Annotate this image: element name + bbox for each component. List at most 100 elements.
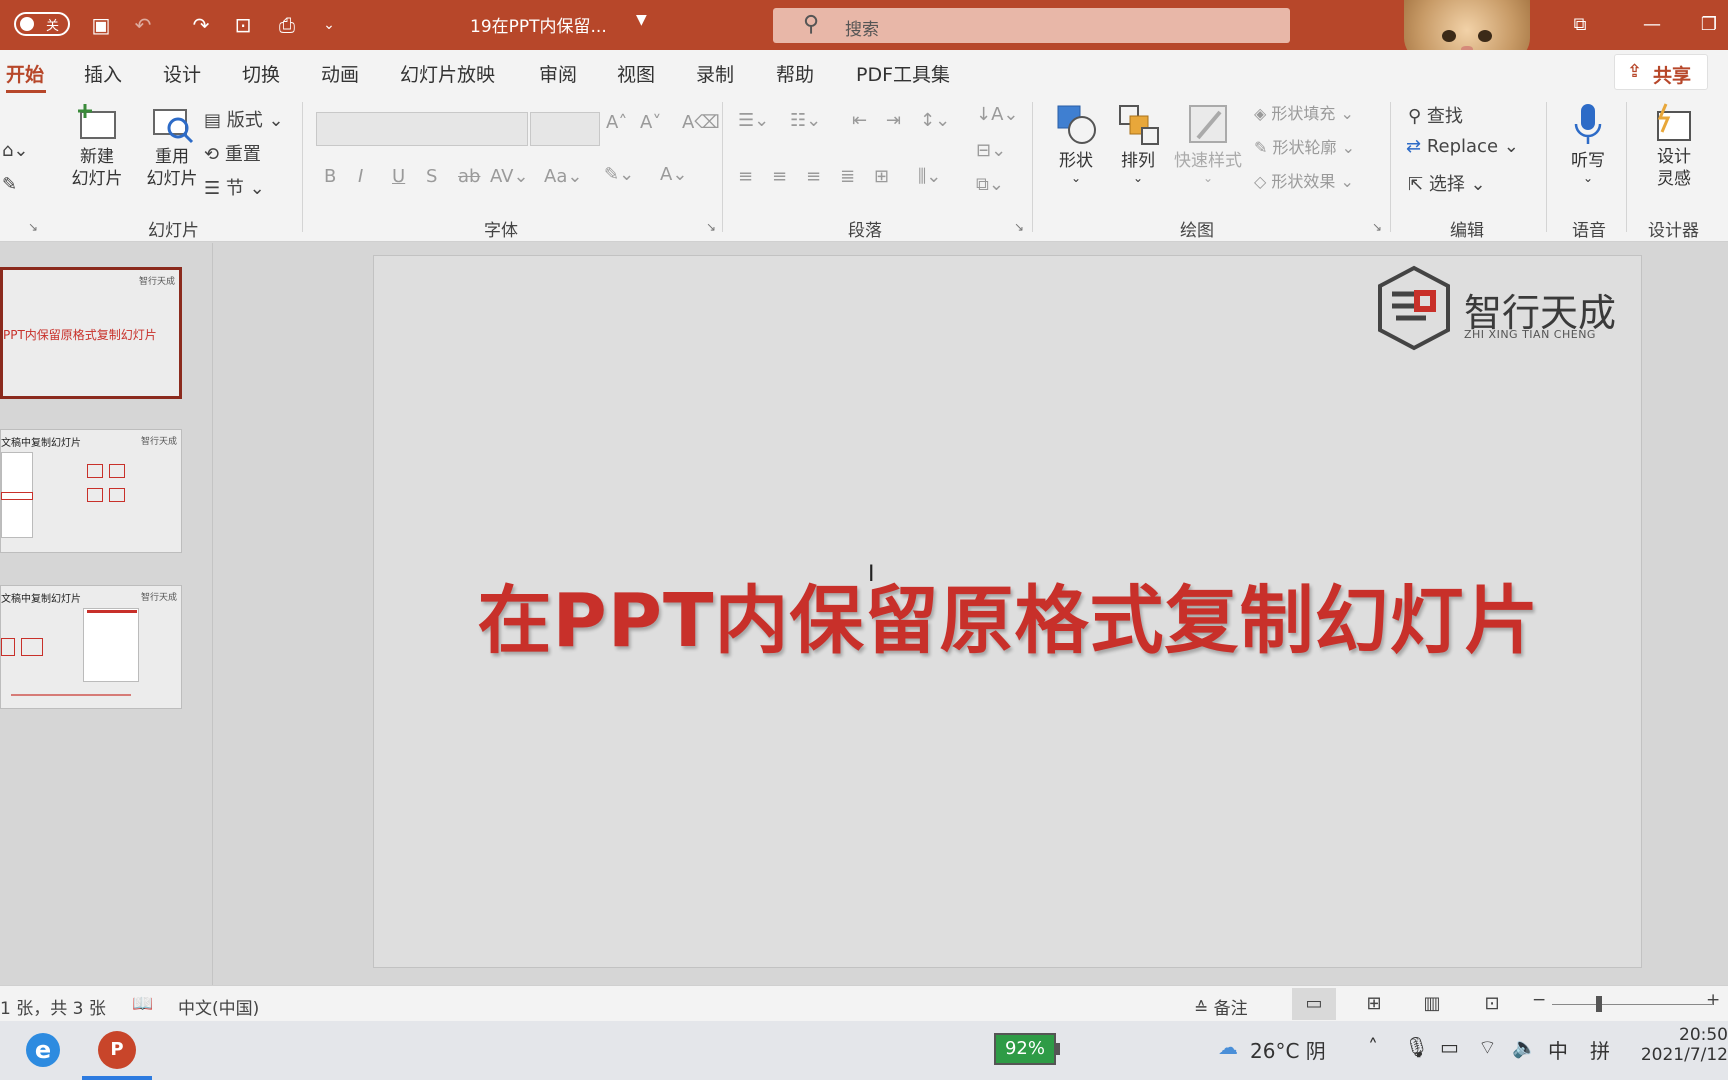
autosave-toggle[interactable]: 关 [0,10,72,38]
numbering-icon[interactable]: ☷⌄ [790,110,821,131]
shape-effects-button[interactable]: ◇ 形状效果 ⌄ [1254,168,1354,192]
slide-thumbnails-pane[interactable]: 智行天成 PPT内保留原格式复制幻灯片 智行天成 文稿中复制幻灯片 智行天成 文… [0,243,213,985]
document-title[interactable]: 19在PPT内保留... [470,12,607,37]
format-painter-icon[interactable]: ✎ [2,174,17,195]
bullets-icon[interactable]: ☰⌄ [738,110,769,131]
change-case-button[interactable]: Aa⌄ [544,166,582,187]
notes-button[interactable]: ≙ 备注 [1194,994,1248,1019]
powerpoint-icon[interactable]: P [98,1031,136,1069]
slide-thumbnail-3[interactable]: 智行天成 文稿中复制幻灯片 [0,585,182,709]
tab-insert[interactable]: 插入 [84,60,122,87]
shape-fill-button[interactable]: ◈ 形状填充 ⌄ [1254,100,1354,124]
align-text-icon[interactable]: ⊟⌄ [976,140,1006,161]
clear-formatting-icon[interactable]: A⌫ [682,112,720,133]
text-direction-icon[interactable]: ↓A⌄ [976,104,1018,125]
share-button[interactable]: ⇪ 共享 [1614,54,1708,90]
microphone-icon[interactable]: 🎙 [1404,1035,1429,1059]
decrease-indent-icon[interactable]: ⇤ [852,110,867,131]
wifi-icon[interactable]: ⌔ [1478,1035,1497,1060]
clock[interactable]: 20:50 2021/7/12 [1636,1025,1728,1065]
clipboard-launcher-icon[interactable]: ↘ [28,220,38,234]
zoom-slider-handle[interactable] [1596,996,1602,1012]
tab-help[interactable]: 帮助 [776,60,814,87]
shapes-button[interactable]: 形状 ⌄ [1046,102,1106,185]
drawing-launcher-icon[interactable]: ↘ [1372,220,1382,234]
replace-button[interactable]: ⇄ Replace ⌄ [1406,136,1519,157]
underline-button[interactable]: U [392,166,405,187]
customize-qat-icon[interactable]: ⌄ [316,12,342,38]
select-button[interactable]: ⇱ 选择 ⌄ [1408,170,1486,196]
paste-icon[interactable]: ⌂⌄ [2,140,29,161]
battery-indicator[interactable]: 92% [994,1033,1056,1065]
paragraph-launcher-icon[interactable]: ↘ [1014,220,1024,234]
ime-language[interactable]: 中 [1548,1035,1568,1064]
increase-indent-icon[interactable]: ⇥ [886,110,901,131]
distributed-icon[interactable]: ⊞ [874,166,889,187]
font-size-dropdown[interactable] [530,112,600,146]
normal-view-button[interactable]: ▭ [1292,988,1336,1020]
convert-smartart-icon[interactable]: ⧉⌄ [976,174,1004,195]
reuse-slides-button[interactable]: 重用 幻灯片 [140,102,204,190]
search-input[interactable]: ⚲ 搜索 [773,8,1290,43]
font-color-icon[interactable]: A⌄ [660,164,687,185]
shape-outline-button[interactable]: ✎ 形状轮廓 ⌄ [1254,134,1355,158]
dictate-button[interactable]: 听写 ⌄ [1556,102,1620,185]
strikethrough-button[interactable]: ab [458,166,480,187]
align-left-icon[interactable]: ≡ [738,166,753,187]
quick-styles-button[interactable]: 快速样式 ⌄ [1170,102,1246,185]
italic-button[interactable]: I [358,166,363,187]
battery-icon[interactable]: ▭ [1440,1035,1459,1059]
line-spacing-icon[interactable]: ↕⌄ [920,110,950,131]
reset-button[interactable]: ⟲ 重置 [204,140,261,166]
autosave-switch[interactable]: 关 [14,12,70,36]
undo-icon[interactable]: ↶ [130,12,156,38]
print-preview-icon[interactable]: ⎙ [274,12,300,38]
design-ideas-button[interactable]: 设计 灵感 [1634,102,1714,190]
zoom-in-button[interactable]: + [1706,990,1720,1010]
bold-button[interactable]: B [324,166,336,187]
chevron-down-icon[interactable]: ▼ [636,12,647,28]
slide-title[interactable]: 在PPT内保留原格式复制幻灯片 [374,561,1643,668]
slide-sorter-button[interactable]: ⊞ [1352,988,1396,1020]
zoom-slider[interactable] [1552,1004,1712,1005]
accessibility-icon[interactable]: 📖 [132,994,153,1014]
slide-thumbnail-2[interactable]: 智行天成 文稿中复制幻灯片 [0,429,182,553]
justify-icon[interactable]: ≣ [840,166,855,187]
character-spacing-button[interactable]: AV⌄ [490,166,529,187]
arrange-button[interactable]: 排列 ⌄ [1108,102,1168,185]
slide-thumbnail-1[interactable]: 智行天成 PPT内保留原格式复制幻灯片 [0,267,182,399]
tab-record[interactable]: 录制 [696,60,734,87]
tab-pdf-tools[interactable]: PDF工具集 [856,60,950,87]
weather-text[interactable]: 26°C 阴 [1250,1035,1326,1064]
save-icon[interactable]: ▣ [88,12,114,38]
section-button[interactable]: ☰ 节 ⌄ [204,174,265,200]
tab-design[interactable]: 设计 [163,60,201,87]
restore-button[interactable]: ❐ [1690,0,1728,50]
browser-icon[interactable]: e [26,1033,60,1067]
slideshow-view-button[interactable]: ⊡ [1470,988,1514,1020]
highlight-color-icon[interactable]: ✎⌄ [604,164,634,185]
reading-view-button[interactable]: ▥ [1410,988,1454,1020]
find-button[interactable]: ⚲ 查找 [1408,102,1463,128]
new-slide-button[interactable]: 新建 幻灯片 [58,102,136,190]
language-indicator[interactable]: 中文(中国) [178,994,259,1019]
present-from-start-icon[interactable]: ⊡ [230,12,256,38]
slide-canvas[interactable]: 智行天成 ZHI XING TIAN CHENG 在PPT内保留原格式复制幻灯片 [373,255,1642,968]
ime-mode[interactable]: 拼 [1590,1035,1610,1064]
font-name-dropdown[interactable] [316,112,528,146]
align-right-icon[interactable]: ≡ [806,166,821,187]
increase-font-size-icon[interactable]: A˄ [606,112,627,133]
tab-home[interactable]: 开始 [6,60,44,87]
zoom-out-button[interactable]: − [1532,990,1546,1010]
tab-review[interactable]: 审阅 [539,60,577,87]
chevron-up-icon[interactable]: ˄ [1368,1035,1378,1059]
text-shadow-button[interactable]: S [426,166,437,187]
columns-icon[interactable]: ⫼⌄ [918,166,941,187]
align-center-icon[interactable]: ≡ [772,166,787,187]
ribbon-display-options-icon[interactable]: ⧉ [1550,0,1610,50]
tab-slideshow[interactable]: 幻灯片放映 [400,60,495,87]
decrease-font-size-icon[interactable]: A˅ [640,112,661,133]
minimize-button[interactable]: — [1622,0,1682,50]
font-launcher-icon[interactable]: ↘ [706,220,716,234]
tab-transitions[interactable]: 切换 [242,60,280,87]
